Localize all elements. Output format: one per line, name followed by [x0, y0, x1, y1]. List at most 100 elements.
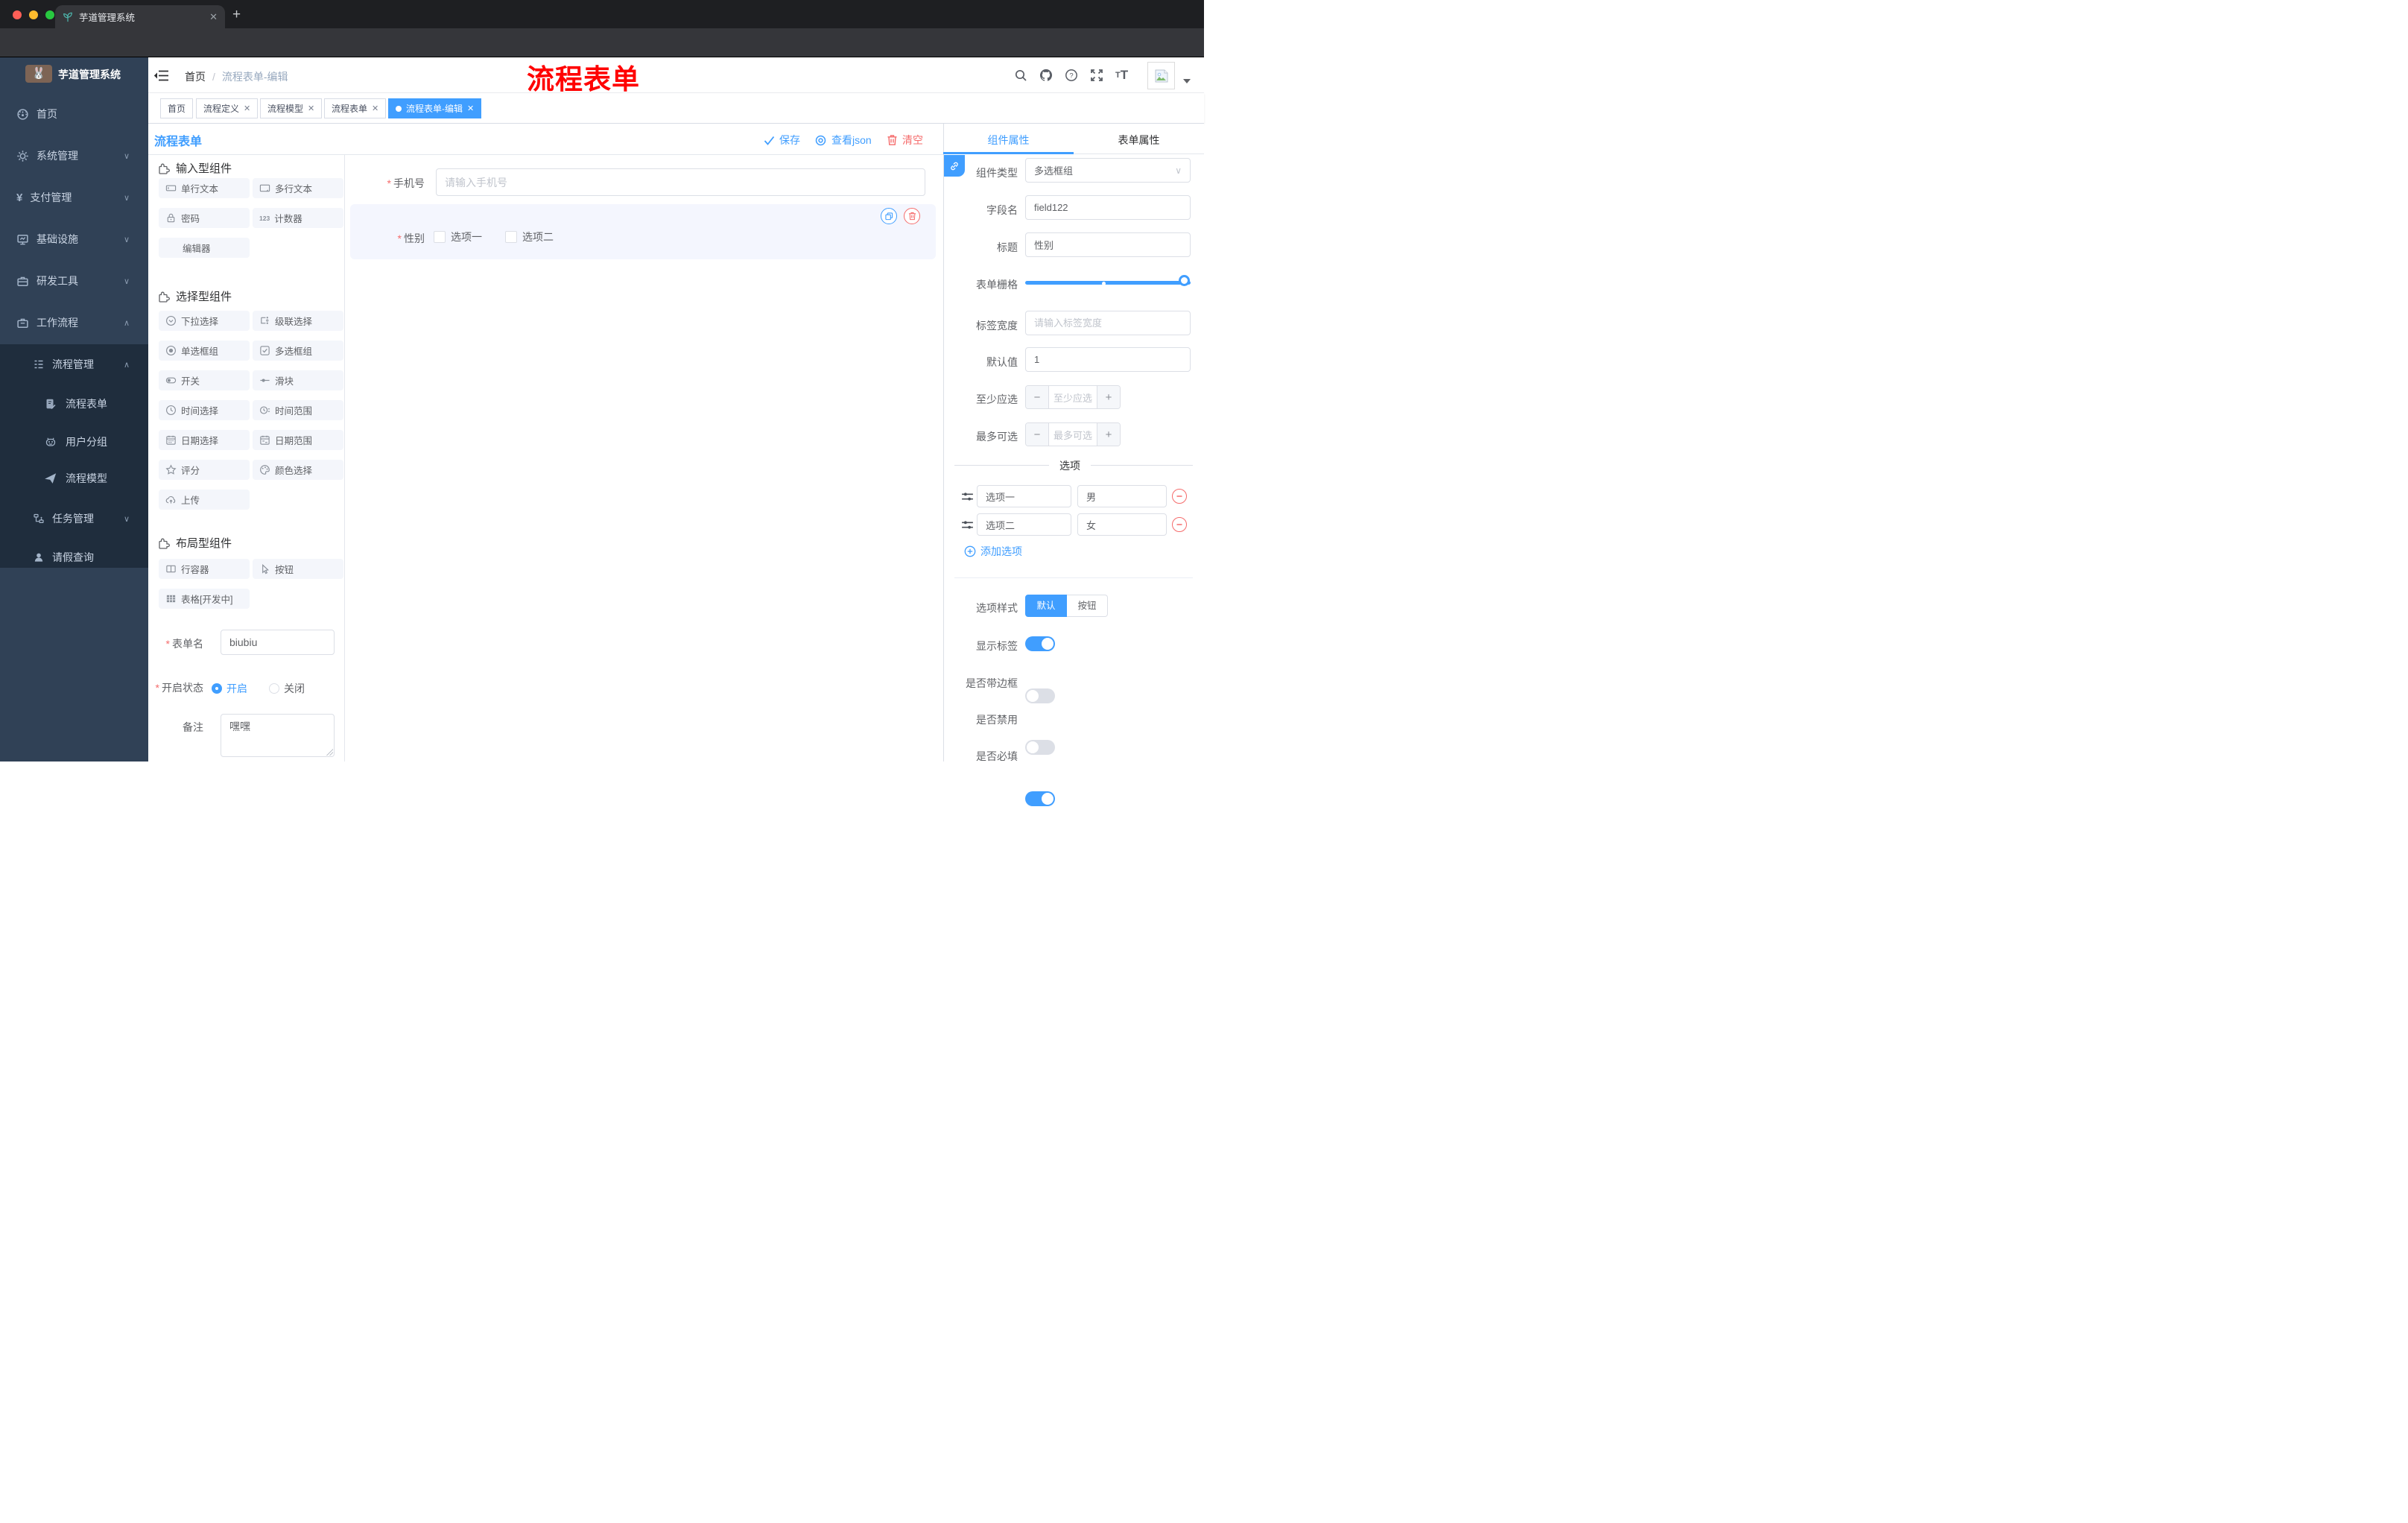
new-tab-button[interactable]: +	[232, 7, 241, 23]
search-icon[interactable]	[1014, 69, 1027, 82]
sidebar-item-task-mgr[interactable]: 任务管理	[33, 511, 94, 526]
help-icon[interactable]: ?	[1065, 69, 1078, 82]
form-name-input[interactable]	[221, 630, 335, 655]
sidebar-item-devtool[interactable]: 研发工具	[16, 273, 78, 288]
palette-item-select[interactable]: 下拉选择	[159, 311, 250, 331]
save-button[interactable]: 保存	[764, 133, 800, 148]
avatar[interactable]	[1147, 62, 1175, 89]
fold-sidebar-icon[interactable]	[153, 69, 169, 82]
tag-close-icon[interactable]: ✕	[244, 104, 250, 113]
palette-item-radio-group[interactable]: 单选框组	[159, 341, 250, 361]
type-select[interactable]: 多选框组 ∨	[1025, 158, 1191, 183]
palette-item-cascader[interactable]: 级联选择	[253, 311, 343, 331]
link-fold-tab[interactable]	[944, 155, 965, 177]
remove-option-button[interactable]	[1172, 489, 1187, 504]
plus-button[interactable]: +	[1097, 386, 1120, 408]
minus-button[interactable]: −	[1026, 423, 1048, 446]
tab-close-icon[interactable]: ✕	[209, 11, 218, 23]
clear-button[interactable]: 清空	[887, 133, 923, 148]
window-zoom-button[interactable]	[45, 10, 54, 19]
style-default-button[interactable]: 默认	[1025, 595, 1067, 617]
form-remark-textarea[interactable]: 嘿嘿	[221, 714, 335, 757]
palette-item-time-picker[interactable]: 时间选择	[159, 400, 250, 420]
sidebar-item-workflow[interactable]: 工作流程	[16, 315, 78, 330]
sidebar-item-leave-query[interactable]: 请假查询	[33, 550, 94, 565]
palette-item-date-picker[interactable]: 日期选择	[159, 430, 250, 450]
palette-item-slider[interactable]: 滑块	[253, 370, 343, 390]
sidebar-item-user-group[interactable]: 用户分组	[45, 434, 107, 449]
option1-label-input[interactable]	[977, 485, 1071, 507]
remove-option-button[interactable]	[1172, 517, 1187, 532]
window-close-button[interactable]	[13, 10, 22, 19]
textarea-resize-handle[interactable]	[326, 749, 333, 756]
palette-item-rate[interactable]: 评分	[159, 460, 250, 480]
disabled-toggle[interactable]	[1025, 740, 1055, 755]
font-size-icon[interactable]: TT	[1115, 68, 1128, 82]
palette-item-counter[interactable]: 123 计数器	[253, 208, 343, 228]
palette-item-single-text[interactable]: 单行文本	[159, 178, 250, 198]
min-select-placeholder[interactable]: 至少应选	[1048, 386, 1097, 408]
grid-slider[interactable]	[1025, 281, 1191, 285]
palette-item-multi-text[interactable]: 多行文本	[253, 178, 343, 198]
palette-item-editor[interactable]: 编辑器	[159, 238, 250, 258]
copy-component-button[interactable]	[881, 208, 897, 224]
grid-slider-handle[interactable]	[1179, 275, 1190, 286]
tag-home[interactable]: 首页	[160, 98, 194, 118]
delete-component-button[interactable]	[904, 208, 920, 224]
palette-item-row-container[interactable]: 行容器	[159, 559, 250, 579]
caret-down-icon[interactable]	[1183, 79, 1191, 83]
default-value-input[interactable]	[1025, 347, 1191, 372]
sidebar-item-system[interactable]: 系统管理	[16, 148, 78, 163]
breadcrumb-home[interactable]: 首页	[185, 69, 206, 84]
tag-close-icon[interactable]: ✕	[467, 104, 474, 113]
palette-item-switch[interactable]: 开关	[159, 370, 250, 390]
window-minimize-button[interactable]	[29, 10, 38, 19]
max-select-placeholder[interactable]: 最多可选	[1048, 423, 1097, 446]
github-icon[interactable]	[1039, 69, 1053, 82]
palette-item-time-range[interactable]: 时间范围	[253, 400, 343, 420]
sidebar-item-flow-form[interactable]: 流程表单	[45, 396, 107, 411]
show-label-toggle[interactable]	[1025, 636, 1055, 651]
sidebar-item-infra[interactable]: 基础设施	[16, 232, 78, 247]
plus-button[interactable]: +	[1097, 423, 1120, 446]
checkbox-icon[interactable]	[434, 231, 446, 243]
style-button-button[interactable]: 按钮	[1067, 595, 1108, 617]
status-radio-on[interactable]: 开启	[212, 681, 247, 696]
palette-item-date-range[interactable]: 日期范围	[253, 430, 343, 450]
sidebar-item-flow-model[interactable]: 流程模型	[45, 471, 107, 486]
palette-item-table[interactable]: 表格[开发中]	[159, 589, 250, 609]
tag-flow-form[interactable]: 流程表单 ✕	[324, 98, 387, 118]
checkbox-icon[interactable]	[505, 231, 517, 243]
browser-tab[interactable]: 芋道管理系统 ✕	[55, 5, 225, 28]
add-option-button[interactable]: 添加选项	[964, 544, 1022, 559]
sidebar-item-home[interactable]: 首页	[16, 107, 57, 121]
view-json-button[interactable]: 查看json	[814, 133, 872, 148]
sidebar-item-pay[interactable]: ¥ 支付管理	[16, 190, 72, 205]
field-name-input[interactable]	[1025, 195, 1191, 220]
minus-button[interactable]: −	[1026, 386, 1048, 408]
title-input[interactable]	[1025, 232, 1191, 257]
tag-close-icon[interactable]: ✕	[372, 104, 378, 113]
palette-item-password[interactable]: 密码	[159, 208, 250, 228]
sidebar-item-flow-mgr[interactable]: 流程管理	[33, 357, 94, 372]
palette-item-color-picker[interactable]: 颜色选择	[253, 460, 343, 480]
tag-flow-model[interactable]: 流程模型 ✕	[260, 98, 323, 118]
gender-option-2[interactable]: 选项二	[505, 229, 554, 244]
tag-flow-definition[interactable]: 流程定义 ✕	[196, 98, 259, 118]
tab-component-props[interactable]: 组件属性	[943, 133, 1074, 148]
palette-item-upload[interactable]: 上传	[159, 490, 250, 510]
tab-form-props[interactable]: 表单属性	[1074, 133, 1204, 148]
palette-item-checkbox-group[interactable]: 多选框组	[253, 341, 343, 361]
option2-label-input[interactable]	[977, 513, 1071, 536]
option1-value-input[interactable]	[1077, 485, 1167, 507]
option2-value-input[interactable]	[1077, 513, 1167, 536]
status-radio-off[interactable]: 关闭	[269, 681, 305, 696]
phone-field-input[interactable]	[436, 168, 925, 196]
palette-item-button[interactable]: 按钮	[253, 559, 343, 579]
label-width-input[interactable]	[1025, 311, 1191, 335]
border-toggle[interactable]	[1025, 688, 1055, 703]
tag-flow-form-edit[interactable]: 流程表单-编辑 ✕	[388, 98, 482, 118]
drag-handle-icon[interactable]	[960, 490, 975, 504]
gender-option-1[interactable]: 选项一	[434, 229, 482, 244]
drag-handle-icon[interactable]	[960, 518, 975, 532]
